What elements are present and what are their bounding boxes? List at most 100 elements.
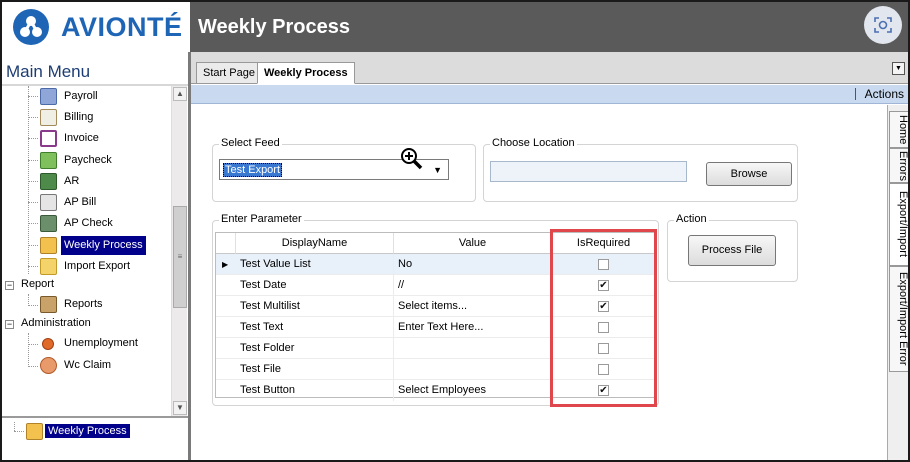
actions-bar: Actions [191, 85, 908, 104]
param-value-cell[interactable]: No [394, 254, 552, 275]
sidebar-item-payroll[interactable]: Payroll [2, 87, 172, 106]
sidebar-item-weekly-process[interactable]: Weekly Process [2, 236, 172, 255]
billing-icon [40, 109, 57, 126]
sidebar-item-label: AP Bill [64, 196, 97, 208]
weekly-process-icon [26, 423, 43, 440]
row-header-column [216, 233, 236, 254]
action-legend: Action [674, 213, 709, 225]
import-export-icon [40, 258, 57, 275]
param-name-cell: Test File [236, 359, 394, 380]
sidebar-footer: Weekly Process [2, 416, 190, 460]
sidebar-item-billing[interactable]: Billing [2, 108, 172, 127]
sidebar-item-ap-check[interactable]: AP Check [2, 214, 172, 233]
tree-connector [14, 422, 15, 431]
sidebar-item-label: Unemployment [64, 337, 138, 349]
feed-selected-value: Test Export [223, 163, 283, 177]
location-input[interactable] [490, 161, 687, 182]
tab-list-dropdown-icon[interactable]: ▼ [892, 62, 905, 75]
sidebar-scrollbar[interactable]: ▲ ≡ ▼ [171, 86, 187, 416]
sidebar-item-label: Invoice [64, 132, 99, 144]
chevron-down-icon[interactable]: ▼ [433, 165, 442, 175]
scroll-down-icon[interactable]: ▼ [173, 401, 187, 415]
param-name-cell: Test Value List [236, 254, 394, 275]
invoice-icon [40, 130, 57, 147]
unemployment-icon [42, 338, 54, 350]
column-header-value[interactable]: Value [394, 233, 552, 254]
sidebar-item-wc-claim[interactable]: Wc Claim [2, 356, 172, 375]
app-window: AVIONTÉ Weekly Process Main Menu Payroll [0, 0, 910, 462]
brand-name: AVIONTÉ [61, 12, 183, 42]
sidebar-item-label: Import Export [64, 260, 131, 272]
expand-collapse-icon[interactable]: − [5, 281, 14, 290]
sidebar-group-administration[interactable]: Administration [18, 314, 168, 333]
tab-start-page[interactable]: Start Page [196, 62, 262, 84]
param-value-cell[interactable]: Select Employees [394, 380, 552, 401]
sidebar-item-ap-bill[interactable]: AP Bill [2, 193, 172, 212]
reports-icon [40, 296, 57, 313]
sidebar-item-ar[interactable]: AR [2, 172, 172, 191]
column-header-displayname[interactable]: DisplayName [236, 233, 394, 254]
sidebar-item-unemployment[interactable]: Unemployment [2, 334, 172, 353]
param-value-cell[interactable]: Select items... [394, 296, 552, 317]
choose-location-legend: Choose Location [490, 137, 577, 149]
browse-button[interactable]: Browse [706, 162, 792, 186]
scroll-up-icon[interactable]: ▲ [173, 87, 187, 101]
select-feed-legend: Select Feed [219, 137, 282, 149]
sidebar-item-label: Wc Claim [64, 359, 112, 371]
isrequired-highlight-box [550, 229, 657, 407]
ap-bill-icon [40, 194, 57, 211]
scrollbar-thumb[interactable]: ≡ [173, 206, 187, 308]
navigation-tree: Payroll Billing Invoice Paycheck AR AP B… [2, 86, 172, 416]
sidebar-item-label: AP Check [64, 217, 113, 229]
weekly-process-icon [40, 237, 57, 254]
title-bar: Weekly Process [190, 2, 908, 52]
sidebar-item-reports[interactable]: Reports [2, 295, 172, 314]
param-name-cell: Test Multilist [236, 296, 394, 317]
process-file-button[interactable]: Process File [688, 235, 776, 266]
expand-collapse-icon[interactable]: − [5, 320, 14, 329]
tab-weekly-process[interactable]: Weekly Process [257, 62, 355, 84]
sidebar-item-label: Payroll [64, 90, 98, 102]
sidebar-item-paycheck[interactable]: Paycheck [2, 151, 172, 170]
footer-selected-item[interactable]: Weekly Process [45, 424, 130, 438]
sidebar-item-label: Billing [64, 111, 94, 123]
weekly-process-panel: Select Feed Test Export ▼ Choose Locatio… [195, 105, 887, 460]
actions-menu[interactable]: Actions [865, 87, 904, 101]
param-value-cell[interactable]: // [394, 275, 552, 296]
main-menu-title: Main Menu [6, 62, 91, 81]
side-tab-export-import[interactable]: Export/Import [889, 183, 908, 266]
side-tab-errors[interactable]: Errors [889, 148, 908, 183]
param-value-cell[interactable] [394, 338, 552, 359]
focus-frame-icon [874, 17, 892, 33]
param-name-cell: Test Folder [236, 338, 394, 359]
zoom-in-cursor-icon [401, 148, 423, 170]
param-name-cell: Test Text [236, 317, 394, 338]
screenshot-focus-button[interactable] [864, 6, 902, 44]
wc-claim-icon [40, 357, 57, 374]
ap-check-icon [40, 215, 57, 232]
sidebar-item-label: AR [64, 175, 80, 187]
payroll-icon [40, 88, 57, 105]
tab-strip: Start Page Weekly Process ▼ [191, 52, 908, 84]
sidebar-group-report[interactable]: Report [18, 275, 168, 294]
sidebar-item-invoice[interactable]: Invoice [2, 129, 172, 148]
splitter[interactable] [188, 52, 191, 460]
param-name-cell: Test Date [236, 275, 394, 296]
sidebar-group-label: Administration [21, 317, 91, 329]
param-name-cell: Test Button [236, 380, 394, 401]
sidebar-group-label: Report [21, 278, 55, 290]
sidebar-item-label: Paycheck [64, 154, 112, 166]
sidebar-item-label: Reports [64, 298, 103, 310]
enter-parameter-legend: Enter Parameter [219, 213, 304, 225]
sidebar-item-import-export[interactable]: Import Export [2, 257, 172, 276]
divider [855, 88, 856, 100]
ar-icon [40, 173, 57, 190]
window-title: Weekly Process [198, 16, 350, 38]
current-row-arrow-icon: ▶ [222, 260, 229, 269]
side-tab-export-import-error[interactable]: Export/Import Error [889, 266, 908, 372]
paycheck-icon [40, 152, 57, 169]
avionte-logo-icon [13, 9, 49, 45]
side-tab-home[interactable]: Home [889, 111, 908, 148]
param-value-cell[interactable]: Enter Text Here... [394, 317, 552, 338]
param-value-cell[interactable] [394, 359, 552, 380]
